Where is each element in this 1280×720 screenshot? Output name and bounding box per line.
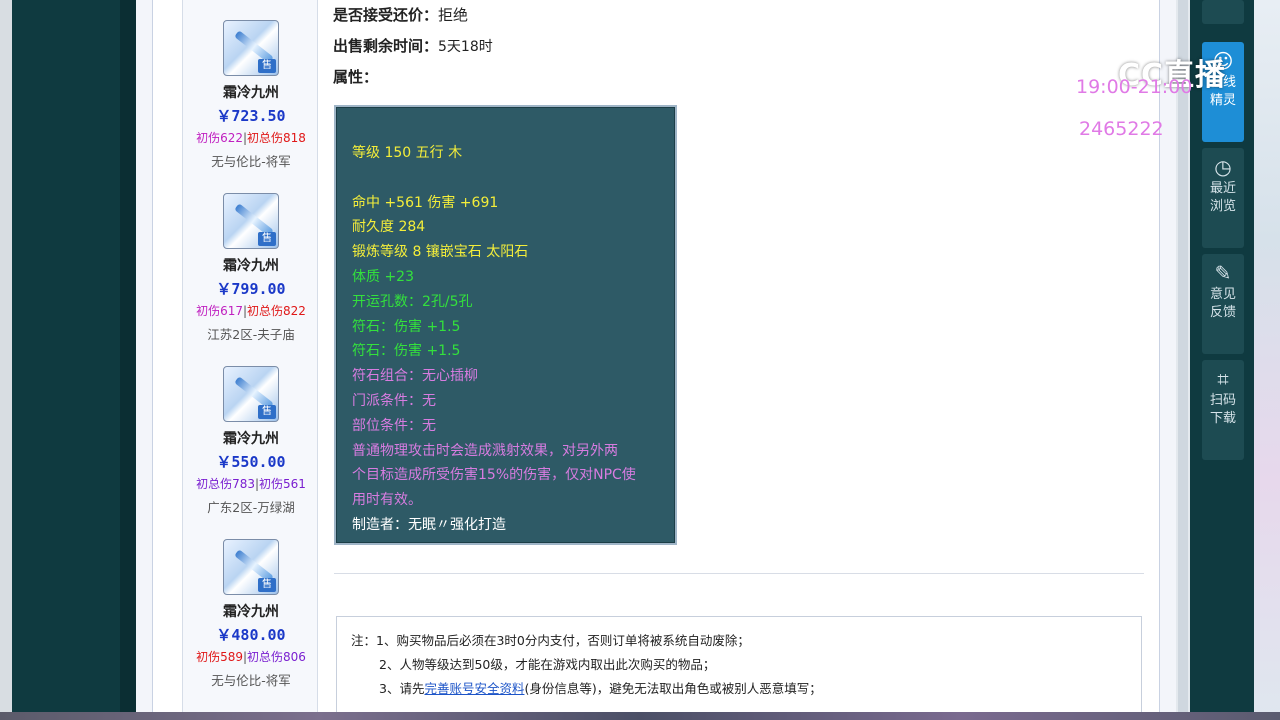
attributes-heading: 属性： <box>333 68 379 86</box>
attr-effect-1: 普通物理攻击时会造成溅射效果，对另外两 <box>352 442 618 459</box>
scrollbar-thumb[interactable] <box>1178 0 1188 720</box>
item-name[interactable]: 霜冷九州 <box>183 82 319 102</box>
attr-rune-1: 符石：伤害 +1.5 <box>352 318 461 335</box>
item-server: 无与伦比-将军 <box>211 154 291 169</box>
sword-item-icon[interactable]: 售 <box>223 193 279 249</box>
item-price: ￥480.00 <box>216 626 286 644</box>
listing-item[interactable]: 售 霜冷九州 ￥799.00 初伤617|初总伤822 江苏2区-夫子庙 <box>183 193 319 343</box>
attr-rune-combo: 符石组合：无心插柳 <box>352 368 478 385</box>
sell-badge: 售 <box>258 405 276 419</box>
attr-forge: 锻炼等级 8 镶嵌宝石 太阳石 <box>352 244 529 261</box>
listing-item[interactable]: 售 霜冷九州 ￥723.50 初伤622|初总伤818 无与伦比-将军 <box>183 20 319 170</box>
left-frame <box>12 0 120 720</box>
attr-part-condition: 部位条件：无 <box>352 417 436 434</box>
notice-line-1: 注：1、购买物品后必须在3时0分内支付，否则订单将被系统自动废除； <box>351 633 750 648</box>
notice-line-2: 2、人物等级达到50级，才能在游戏内取出此次购买的物品； <box>379 657 716 672</box>
attr-effect-2: 个目标造成所受伤害15%的伤害，仅对NPC使 <box>352 467 636 484</box>
sword-item-icon[interactable]: 售 <box>223 539 279 595</box>
clock-icon: ◷ <box>1214 155 1232 179</box>
related-items-sidebar: 售 霜冷九州 ￥723.50 初伤622|初总伤818 无与伦比-将军 售 霜冷… <box>182 0 318 712</box>
sword-item-icon[interactable]: 售 <box>223 366 279 422</box>
counter-offer-row: 是否接受还价：拒绝 <box>333 6 469 24</box>
remaining-time-row: 出售剩余时间：5天18时 <box>333 37 493 55</box>
scan-icon: ⌗ <box>1217 367 1229 391</box>
edit-icon: ✎ <box>1214 261 1232 285</box>
item-stats: 初伤622|初总伤818 <box>196 131 306 145</box>
attr-hit-damage: 命中 +561 伤害 +691 <box>352 194 499 211</box>
attr-effect-3: 用时有效。 <box>352 492 422 509</box>
attr-holes: 开运孔数：2孔/5孔 <box>352 293 473 310</box>
listing-item[interactable]: 售 霜冷九州 ￥550.00 初总伤783|初伤561 广东2区-万绿湖 <box>183 366 319 516</box>
recent-views-button[interactable]: ◷ 最近浏览 <box>1202 148 1244 248</box>
item-server: 无与伦比-将军 <box>211 673 291 688</box>
attr-maker: 制造者：无眠〃强化打造 <box>352 516 506 533</box>
left-frame-shadow <box>120 0 136 720</box>
attr-rune-2: 符石：伤害 +1.5 <box>352 343 461 360</box>
overlay-schedule: 19:00-21:00 <box>1076 76 1193 98</box>
item-name[interactable]: 霜冷九州 <box>183 255 319 275</box>
overlay-room-code: 2465222 <box>1079 118 1164 140</box>
item-stats: 初总伤783|初伤561 <box>196 477 306 491</box>
item-server: 江苏2区-夫子庙 <box>207 327 295 342</box>
scan-download-button[interactable]: ⌗ 扫码下载 <box>1202 360 1244 460</box>
attr-durability: 耐久度 284 <box>352 219 426 236</box>
item-price: ￥799.00 <box>216 280 286 298</box>
item-attributes-panel: 等级 150 五行 木 命中 +561 伤害 +691 耐久度 284 锻炼等级… <box>334 105 677 545</box>
purchase-notice: 注：1、购买物品后必须在3时0分内支付，否则订单将被系统自动废除； 2、人物等级… <box>336 616 1142 716</box>
item-server: 广东2区-万绿湖 <box>207 500 295 515</box>
left-window-edge <box>0 0 12 720</box>
sell-badge: 售 <box>258 578 276 592</box>
item-name[interactable]: 霜冷九州 <box>183 428 319 448</box>
item-stats: 初伤617|初总伤822 <box>196 304 306 318</box>
item-stats: 初伤589|初总伤806 <box>196 650 306 664</box>
listing-item[interactable]: 售 霜冷九州 ￥480.00 初伤589|初总伤806 无与伦比-将军 <box>183 539 319 689</box>
right-window-edge <box>1254 0 1280 720</box>
sell-badge: 售 <box>258 232 276 246</box>
attr-physique: 体质 +23 <box>352 268 414 285</box>
section-divider <box>334 573 1144 574</box>
taskbar-strip <box>0 712 1280 720</box>
item-price: ￥550.00 <box>216 453 286 471</box>
feedback-button[interactable]: ✎ 意见反馈 <box>1202 254 1244 354</box>
notice-line-3: 3、请先完善账号安全资料(身份信息等)，避免无法取出角色或被别人恶意填写； <box>379 681 822 696</box>
account-security-link[interactable]: 完善账号安全资料 <box>424 681 524 696</box>
tool-top-partial[interactable] <box>1202 0 1244 24</box>
attr-level: 等级 150 五行 木 <box>352 145 463 161</box>
attr-school-condition: 门派条件：无 <box>352 392 436 409</box>
sword-item-icon[interactable]: 售 <box>223 20 279 76</box>
item-price: ￥723.50 <box>216 107 286 125</box>
item-name[interactable]: 霜冷九州 <box>183 601 319 621</box>
sell-badge: 售 <box>258 59 276 73</box>
